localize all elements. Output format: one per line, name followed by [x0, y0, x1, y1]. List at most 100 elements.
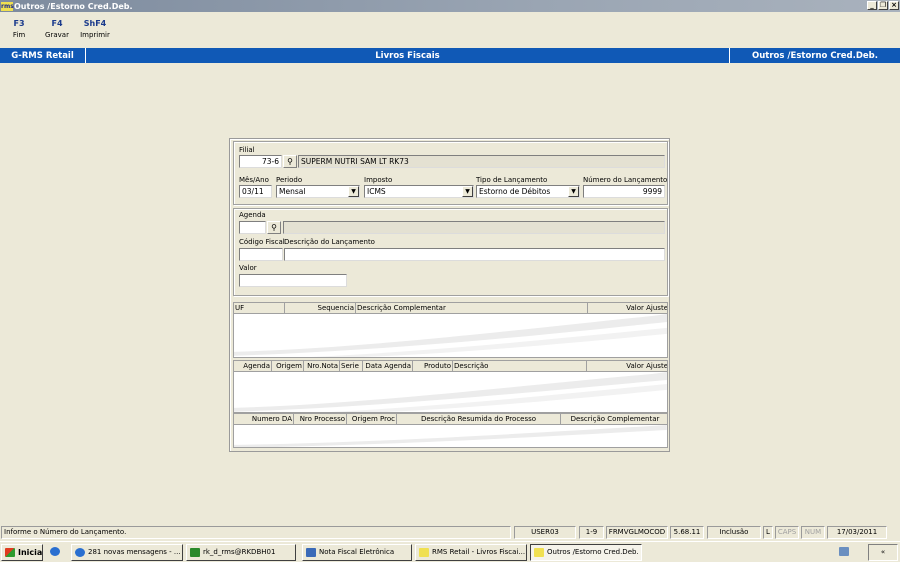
column-header[interactable]: Serie: [340, 361, 363, 371]
column-header[interactable]: Sequencia: [285, 303, 356, 313]
window-title: Outros /Estorno Cred.Deb.: [14, 1, 133, 11]
column-header[interactable]: Origem Proc: [347, 414, 397, 424]
filial-label: Filial: [239, 146, 255, 154]
ie-icon: [75, 547, 85, 557]
gravar-button[interactable]: F4 Gravar: [38, 18, 76, 46]
ie-quicklaunch-icon[interactable]: [46, 544, 66, 561]
taskbar-item-label: rk_d_rms@RKDBH01: [203, 548, 276, 556]
module-header: G-RMS Retail Livros Fiscais Outros /Esto…: [0, 48, 900, 63]
column-header[interactable]: Nro Processo: [294, 414, 347, 424]
status-num: NUM: [801, 526, 825, 539]
taskbar-item-livros-fiscais[interactable]: RMS Retail - Livros Fiscai...: [415, 544, 527, 561]
status-mode: Inclusão: [707, 526, 761, 539]
network-tray-icon[interactable]: [836, 544, 856, 561]
column-header[interactable]: Nro.Nota: [304, 361, 340, 371]
tipo-lancamento-value: Estorno de Débitos: [479, 187, 551, 196]
grid-background-swoosh: [234, 425, 667, 447]
valor-label: Valor: [239, 264, 257, 272]
tipo-lancamento-label: Tipo de Lançamento: [476, 176, 548, 184]
taskbar-item-terminal[interactable]: rk_d_rms@RKDBH01: [186, 544, 296, 561]
descricao-lancamento-field[interactable]: [284, 248, 665, 261]
ie-icon: [50, 546, 60, 556]
ajustes-grid[interactable]: UF Sequencia Descrição Complementar Valo…: [233, 302, 668, 358]
ajustes-grid-header: UF Sequencia Descrição Complementar Valo…: [234, 303, 667, 314]
codigo-fiscal-field[interactable]: [239, 248, 283, 261]
window-controls: _ ❐ ×: [867, 1, 899, 10]
chevron-down-icon[interactable]: ▼: [568, 186, 579, 197]
status-caps: CAPS: [775, 526, 799, 539]
codigo-fiscal-label: Código Fiscal: [239, 238, 285, 246]
column-header[interactable]: Data Agenda: [363, 361, 413, 371]
valor-field[interactable]: [239, 274, 347, 287]
status-bar: Informe o Número do Lançamento. USER03 1…: [0, 524, 900, 540]
tipo-lancamento-select[interactable]: Estorno de Débitos ▼: [476, 185, 580, 198]
lancamento-form-panel: Filial 73-6 ⚲ SUPERM NUTRI SAM LT RK73 M…: [229, 138, 670, 452]
fim-button[interactable]: F3 Fim: [0, 18, 38, 46]
taskbar-item-outros-estorno[interactable]: Outros /Estorno Cred.Deb.: [530, 544, 642, 561]
documentos-grid-header: Agenda Origem Nro.Nota Serie Data Agenda…: [234, 361, 667, 372]
grid-background-swoosh: [234, 314, 667, 357]
column-header[interactable]: Descrição Complementar: [561, 414, 667, 424]
chevron-down-icon[interactable]: ▼: [462, 186, 473, 197]
tray-expand-icon[interactable]: «: [881, 548, 885, 556]
descricao-lancamento-label: Descrição do Lançamento: [284, 238, 375, 246]
chevron-down-icon[interactable]: ▼: [348, 186, 359, 197]
periodo-select[interactable]: Mensal ▼: [276, 185, 360, 198]
fkey-label: Fim: [12, 31, 26, 39]
imposto-select[interactable]: ICMS ▼: [364, 185, 474, 198]
agenda-label: Agenda: [239, 211, 266, 219]
mes-ano-field[interactable]: 03/11: [239, 185, 272, 198]
taskbar-item-email[interactable]: 281 novas mensagens - ...: [71, 544, 183, 561]
agenda-search-icon[interactable]: ⚲: [267, 221, 281, 234]
start-button[interactable]: Iniciar: [1, 544, 43, 561]
column-header[interactable]: Valor Ajuste: [587, 361, 667, 371]
system-tray[interactable]: «: [868, 544, 898, 561]
filial-name-field: SUPERM NUTRI SAM LT RK73: [298, 155, 665, 168]
column-header[interactable]: Descrição: [453, 361, 587, 371]
lancamento-header-group: Filial 73-6 ⚲ SUPERM NUTRI SAM LT RK73 M…: [233, 141, 668, 205]
status-version: 5.68.11: [670, 526, 704, 539]
agenda-field[interactable]: [239, 221, 266, 234]
processos-grid[interactable]: Numero DA Nro Processo Origem Proc Descr…: [233, 413, 668, 448]
processos-grid-header: Numero DA Nro Processo Origem Proc Descr…: [234, 414, 667, 425]
lancamento-detail-group: Agenda ⚲ Código Fiscal Descrição do Lanç…: [233, 208, 668, 296]
taskbar-item-label: Outros /Estorno Cred.Deb.: [547, 548, 639, 556]
fkey-label: Gravar: [45, 31, 69, 39]
numero-lancamento-label: Número do Lançamento: [583, 176, 668, 184]
fkey-label: Imprimir: [80, 31, 110, 39]
taskbar-item-nfe[interactable]: Nota Fiscal Eletrônica: [302, 544, 412, 561]
column-header[interactable]: Produto: [413, 361, 453, 371]
column-header[interactable]: Agenda: [234, 361, 272, 371]
windows-logo-icon: [5, 548, 15, 557]
filial-code-field[interactable]: 73-6: [239, 155, 282, 168]
imposto-value: ICMS: [367, 187, 386, 196]
column-header[interactable]: UF: [234, 303, 285, 313]
grid-background-swoosh: [234, 372, 667, 412]
network-icon: [839, 546, 849, 556]
restore-icon[interactable]: ❐: [878, 1, 888, 10]
status-form-name: FRMVGLMOCOD: [606, 526, 668, 539]
numero-lancamento-field[interactable]: 9999: [583, 185, 665, 198]
column-header[interactable]: Valor Ajuste: [588, 303, 667, 313]
window-titlebar: rms Outros /Estorno Cred.Deb. _ ❐ ×: [0, 0, 900, 12]
windows-taskbar: Iniciar 281 novas mensagens - ... rk_d_r…: [0, 541, 900, 562]
documentos-grid[interactable]: Agenda Origem Nro.Nota Serie Data Agenda…: [233, 360, 668, 413]
status-date: 17/03/2011: [827, 526, 887, 539]
column-header[interactable]: Origem: [272, 361, 304, 371]
column-header[interactable]: Descrição Complementar: [356, 303, 588, 313]
taskbar-item-label: RMS Retail - Livros Fiscai...: [432, 548, 526, 556]
rms-app-icon: rms: [1, 1, 14, 11]
rms-app-icon: [534, 547, 544, 557]
imposto-label: Imposto: [364, 176, 393, 184]
agenda-desc-field: [283, 221, 665, 234]
header-screen-name: Outros /Estorno Cred.Deb.: [752, 50, 878, 61]
column-header[interactable]: Descrição Resumida do Processo: [397, 414, 561, 424]
filial-search-icon[interactable]: ⚲: [283, 155, 297, 168]
column-header[interactable]: Numero DA: [234, 414, 294, 424]
start-label: Iniciar: [18, 548, 43, 557]
taskbar-item-label: 281 novas mensagens - ...: [88, 548, 181, 556]
minimize-icon[interactable]: _: [867, 1, 877, 10]
user-icon: [306, 547, 316, 557]
imprimir-button[interactable]: ShF4 Imprimir: [76, 18, 114, 46]
close-icon[interactable]: ×: [889, 1, 899, 10]
